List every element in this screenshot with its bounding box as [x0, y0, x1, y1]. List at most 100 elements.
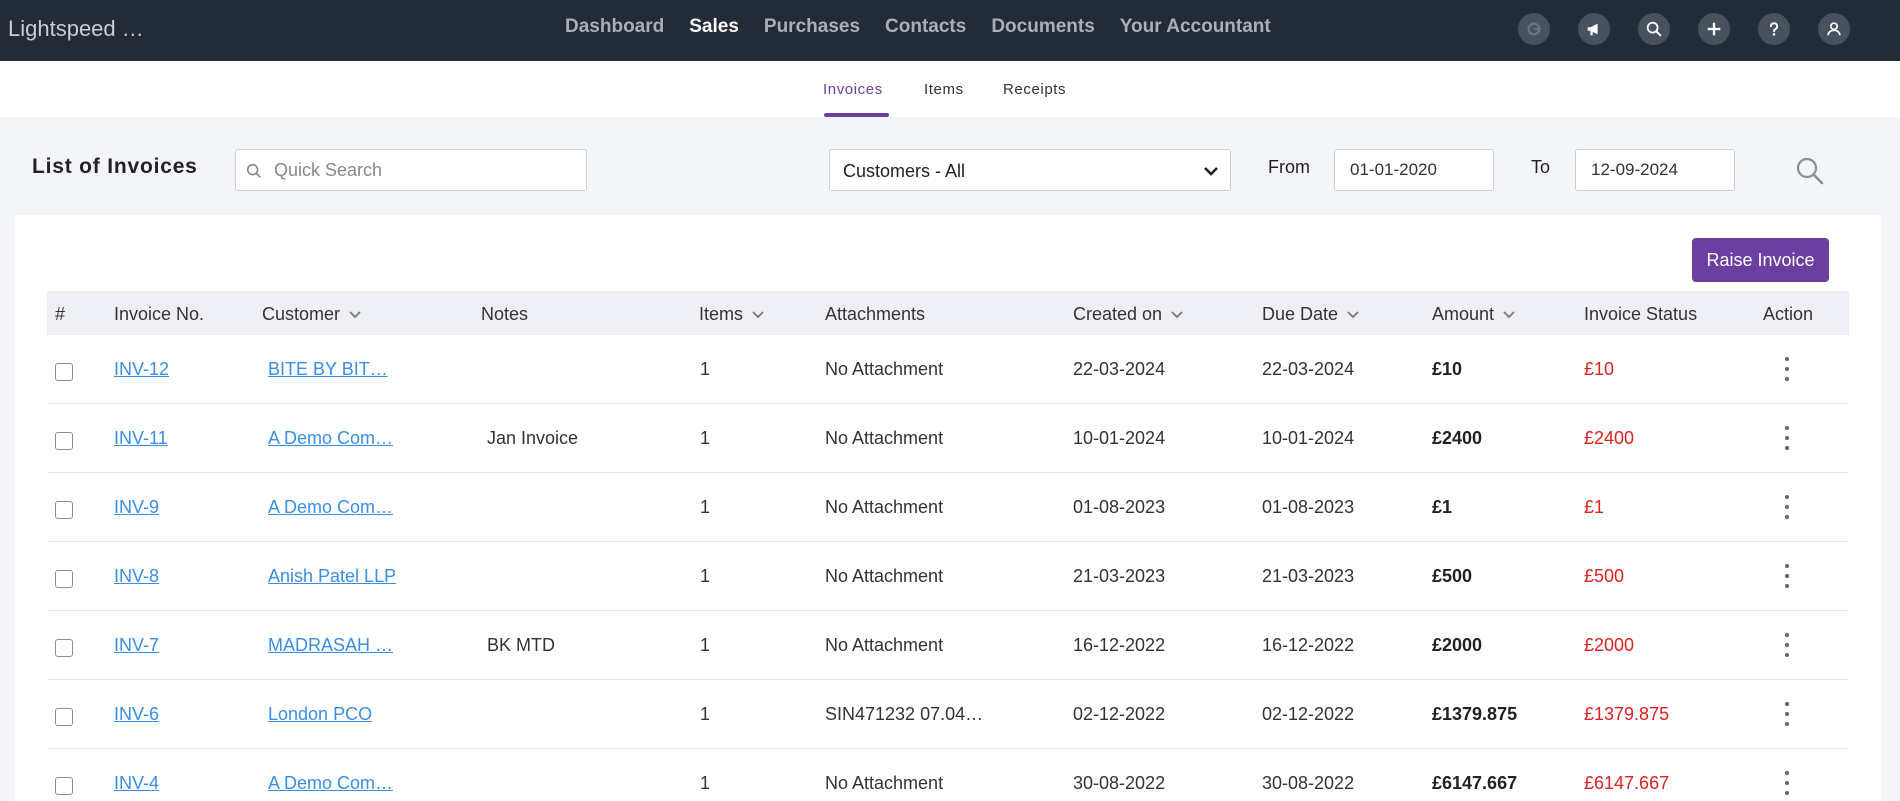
sales-subtabs: Invoices Items Receipts — [0, 61, 1900, 117]
col-header-customer[interactable]: Customer — [262, 304, 362, 325]
row-checkbox[interactable] — [55, 432, 73, 450]
more-actions-icon[interactable] — [1783, 633, 1791, 657]
col-header-created-on[interactable]: Created on — [1073, 304, 1184, 325]
attachments-cell: No Attachment — [825, 428, 944, 448]
chevron-down-icon — [1503, 310, 1515, 318]
items-cell: 1 — [700, 359, 711, 379]
attachments-cell: No Attachment — [825, 566, 944, 586]
top-icon-bar — [1518, 13, 1878, 45]
nav-documents[interactable]: Documents — [991, 16, 1094, 38]
invoice-number-link[interactable]: INV-7 — [114, 635, 159, 656]
chevron-down-icon — [349, 310, 361, 318]
raise-invoice-button[interactable]: Raise Invoice — [1692, 238, 1829, 282]
customer-filter-value: Customers - All — [843, 161, 966, 181]
page-title: List of Invoices — [32, 155, 198, 178]
megaphone-icon[interactable] — [1578, 13, 1610, 45]
amount-cell: £1379.875 — [1432, 704, 1518, 724]
items-cell: 1 — [700, 566, 711, 586]
created-on-cell: 30-08-2022 — [1073, 773, 1166, 793]
customer-link[interactable]: London PCO — [268, 704, 372, 725]
invoice-number-link[interactable]: INV-4 — [114, 773, 159, 794]
amount-cell: £6147.667 — [1432, 773, 1518, 793]
more-actions-icon[interactable] — [1783, 564, 1791, 588]
customer-link[interactable]: A Demo Com… — [268, 773, 393, 794]
attachments-cell: SIN471232 07.04… — [825, 704, 984, 724]
customer-link[interactable]: BITE BY BIT… — [268, 359, 388, 380]
customer-link[interactable]: A Demo Com… — [268, 497, 393, 518]
customer-link[interactable]: Anish Patel LLP — [268, 566, 396, 587]
invoice-number-link[interactable]: INV-6 — [114, 704, 159, 725]
notes-cell: Jan Invoice — [487, 428, 579, 448]
date-from-input[interactable] — [1350, 150, 1485, 190]
search-icon — [246, 163, 261, 178]
plus-icon[interactable] — [1698, 13, 1730, 45]
due-date-cell: 22-03-2024 — [1262, 359, 1355, 379]
created-on-cell: 22-03-2024 — [1073, 359, 1166, 379]
table-row: INV-8 Anish Patel LLP 1 No Attachment 21… — [47, 542, 1849, 611]
col-header-due-date[interactable]: Due Date — [1262, 304, 1360, 325]
quick-search[interactable] — [235, 149, 587, 191]
row-checkbox[interactable] — [55, 570, 73, 588]
row-checkbox[interactable] — [55, 708, 73, 726]
google-icon[interactable] — [1518, 13, 1550, 45]
tab-items[interactable]: Items — [924, 81, 964, 98]
items-cell: 1 — [700, 497, 711, 517]
col-header-notes: Notes — [481, 304, 529, 324]
more-actions-icon[interactable] — [1783, 771, 1791, 795]
tab-receipts[interactable]: Receipts — [1003, 81, 1066, 98]
col-header-invoice-no: Invoice No. — [114, 304, 205, 324]
customer-link[interactable]: A Demo Com… — [268, 428, 393, 449]
attachments-cell: No Attachment — [825, 497, 944, 517]
search-icon[interactable] — [1638, 13, 1670, 45]
attachments-cell: No Attachment — [825, 359, 944, 379]
items-cell: 1 — [700, 704, 711, 724]
more-actions-icon[interactable] — [1783, 426, 1791, 450]
to-label: To — [1531, 157, 1551, 177]
user-icon[interactable] — [1818, 13, 1850, 45]
invoice-number-link[interactable]: INV-9 — [114, 497, 159, 518]
date-from-field[interactable] — [1334, 149, 1494, 191]
chevron-down-icon — [752, 310, 764, 318]
table-header: # Invoice No. Customer Notes Items Attac… — [47, 291, 1849, 335]
items-cell: 1 — [700, 635, 711, 655]
created-on-cell: 01-08-2023 — [1073, 497, 1166, 517]
nav-purchases[interactable]: Purchases — [764, 16, 860, 38]
help-icon[interactable] — [1758, 13, 1790, 45]
col-header-invoice-status: Invoice Status — [1584, 304, 1698, 324]
due-date-cell: 21-03-2023 — [1262, 566, 1355, 586]
tab-invoices[interactable]: Invoices — [823, 81, 883, 98]
customer-link[interactable]: MADRASAH … — [268, 635, 393, 656]
nav-dashboard[interactable]: Dashboard — [565, 16, 664, 38]
invoice-status-cell: £1379.875 — [1584, 704, 1670, 724]
col-header-items[interactable]: Items — [699, 304, 765, 325]
brand-name[interactable]: Lightspeed … — [8, 16, 144, 42]
date-to-field[interactable] — [1575, 149, 1735, 191]
more-actions-icon[interactable] — [1783, 357, 1791, 381]
row-checkbox[interactable] — [55, 639, 73, 657]
due-date-cell: 30-08-2022 — [1262, 773, 1355, 793]
main-nav: Dashboard Sales Purchases Contacts Docum… — [565, 16, 1296, 38]
table-row: INV-12 BITE BY BIT… 1 No Attachment 22-0… — [47, 335, 1849, 404]
more-actions-icon[interactable] — [1783, 495, 1791, 519]
search-input[interactable] — [274, 150, 574, 190]
row-checkbox[interactable] — [55, 363, 73, 381]
nav-contacts[interactable]: Contacts — [885, 16, 966, 38]
row-checkbox[interactable] — [55, 501, 73, 519]
notes-cell: BK MTD — [487, 635, 556, 655]
row-checkbox[interactable] — [55, 777, 73, 795]
invoice-status-cell: £2400 — [1584, 428, 1635, 448]
invoice-number-link[interactable]: INV-12 — [114, 359, 169, 380]
more-actions-icon[interactable] — [1783, 702, 1791, 726]
amount-cell: £500 — [1432, 566, 1473, 586]
table-row: INV-9 A Demo Com… 1 No Attachment 01-08-… — [47, 473, 1849, 542]
search-icon[interactable] — [1794, 155, 1826, 187]
date-to-input[interactable] — [1591, 150, 1726, 190]
invoice-number-link[interactable]: INV-11 — [114, 428, 168, 449]
nav-sales[interactable]: Sales — [689, 16, 739, 38]
nav-your-accountant[interactable]: Your Accountant — [1120, 16, 1271, 38]
invoice-number-link[interactable]: INV-8 — [114, 566, 159, 587]
customer-filter-select[interactable]: Customers - All — [829, 149, 1231, 191]
attachments-cell: No Attachment — [825, 773, 944, 793]
col-header-amount[interactable]: Amount — [1432, 304, 1516, 325]
created-on-cell: 21-03-2023 — [1073, 566, 1166, 586]
